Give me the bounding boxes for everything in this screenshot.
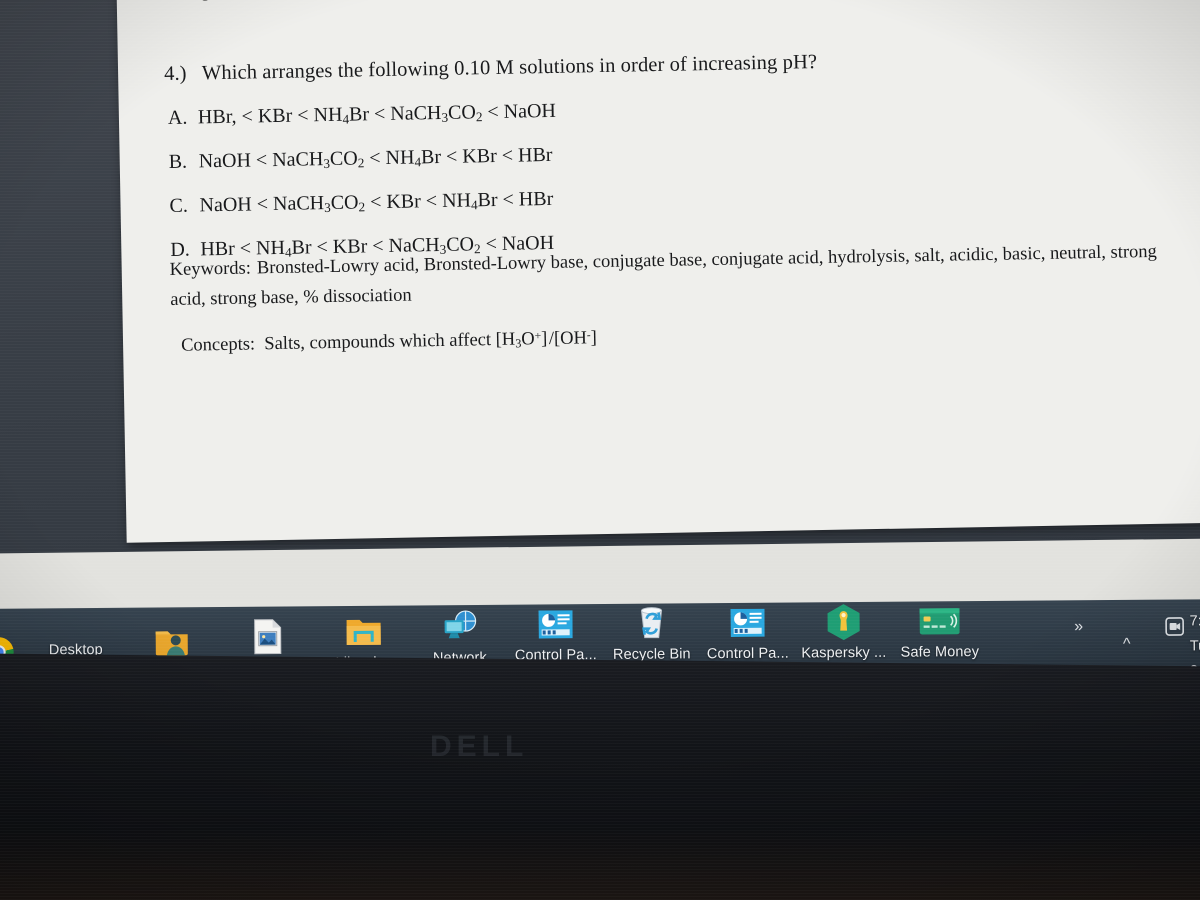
chevron-up-icon[interactable]: ^ bbox=[1114, 632, 1140, 658]
monitor-brand-logo: DELL bbox=[430, 730, 529, 763]
concepts-label: Concepts: bbox=[180, 334, 256, 356]
option-c-label: C. bbox=[169, 194, 189, 217]
clock-day: Tuesda bbox=[1189, 637, 1200, 655]
desk-shadow bbox=[0, 830, 1200, 900]
option-a-label: A. bbox=[167, 106, 188, 129]
safe-money-card-icon bbox=[919, 601, 960, 641]
question-text: 4.) Which arranges the following 0.10 M … bbox=[163, 51, 818, 86]
taskbar-item-label: Control Pa... bbox=[706, 645, 789, 663]
recycle-bin-icon bbox=[631, 603, 671, 643]
taskbar-item-safe-money[interactable]: Safe Money bbox=[891, 601, 987, 661]
question-number: 4.) bbox=[163, 62, 187, 86]
document-window: Concepts: Calculating the pH of a weak a… bbox=[116, 0, 1200, 543]
control-panel-icon bbox=[727, 603, 767, 643]
option-b-label: B. bbox=[168, 150, 188, 173]
taskbar-item-label: Safe Money bbox=[900, 644, 980, 661]
libraries-folder-icon bbox=[344, 612, 384, 652]
concepts-block: Concepts: Salts, compounds which affect … bbox=[180, 328, 598, 356]
keywords-label: Keywords: bbox=[169, 258, 252, 280]
taskbar-item-control-panel-2[interactable]: Control Pa... bbox=[699, 602, 795, 662]
taskbar-item-desktop[interactable]: Desktop bbox=[27, 608, 123, 659]
monitor-screen: Concepts: Calculating the pH of a weak a… bbox=[0, 0, 1200, 698]
control-panel-icon bbox=[535, 604, 575, 644]
option-c[interactable]: C. NaOH < NaCH3CO2 < KBr < NH4Br < HBr bbox=[166, 176, 1196, 219]
taskbar-item-kaspersky[interactable]: Kaspersky ... bbox=[795, 602, 891, 662]
chevron-double-right-icon[interactable]: » bbox=[1066, 614, 1092, 640]
taskbar-item-label: Kaspersky ... bbox=[801, 644, 887, 662]
image-file-icon bbox=[248, 616, 288, 656]
network-icon bbox=[439, 607, 479, 647]
clipped-previous-concepts-line: Concepts: Calculating the pH of a weak a… bbox=[148, 0, 523, 3]
option-b[interactable]: B. NaOH < NaCH3CO2 < NH4Br < KBr < HBr bbox=[166, 132, 1196, 175]
clock-time: 7:57 PM bbox=[1189, 613, 1200, 630]
option-a[interactable]: A. HBr, < KBr < NH4Br < NaCH3CO2 < NaOH bbox=[165, 88, 1195, 131]
taskbar-item-control-panel-1[interactable]: Control Pa... bbox=[507, 604, 603, 664]
kaspersky-icon bbox=[823, 602, 863, 642]
camera-icon[interactable] bbox=[1162, 613, 1188, 639]
taskbar-item-recycle-bin[interactable]: Recycle Bin bbox=[603, 603, 699, 663]
photo-of-monitor: Concepts: Calculating the pH of a weak a… bbox=[0, 0, 1200, 900]
